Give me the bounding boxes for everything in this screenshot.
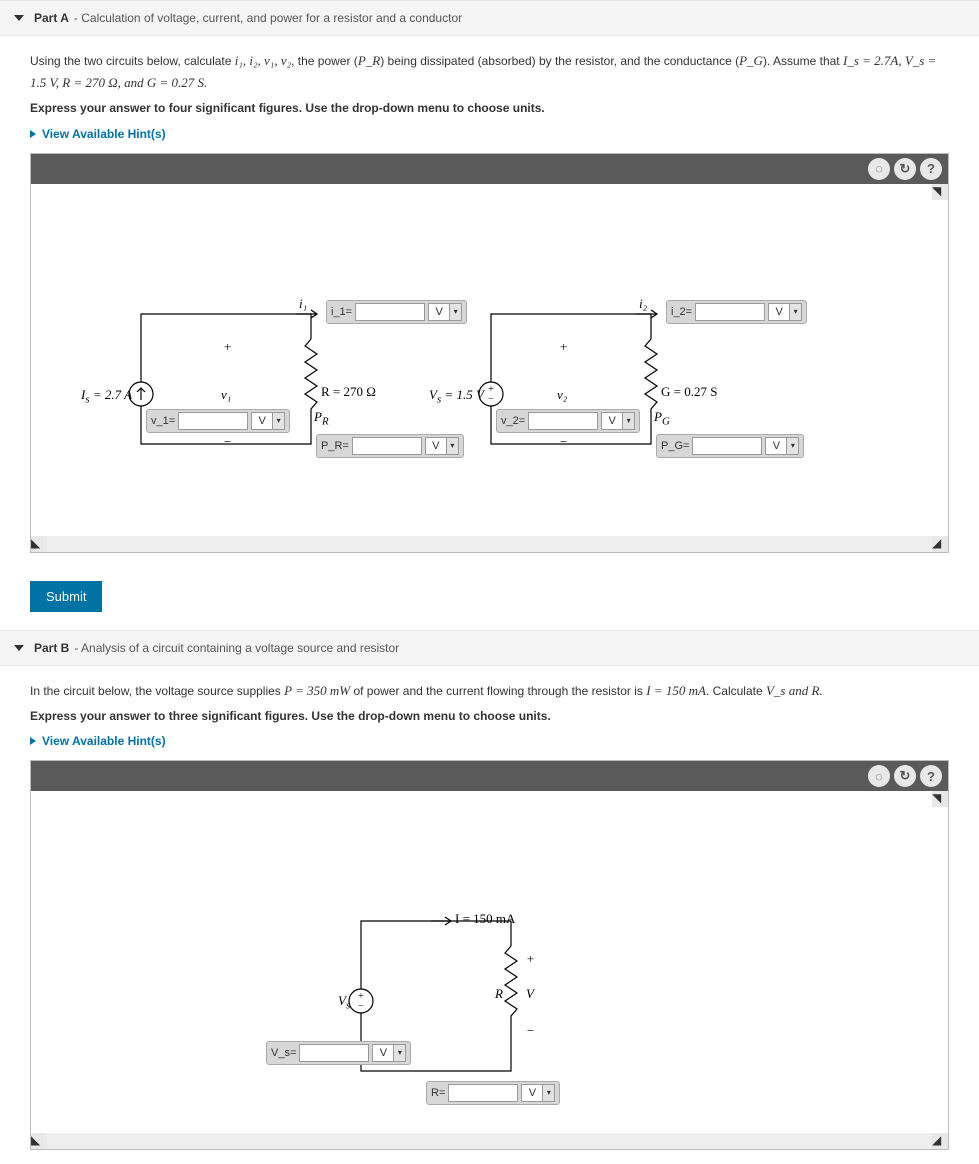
v1-field: v_1= V▾ [146, 409, 290, 433]
scroll-corner-icon: ◢ [932, 1133, 948, 1149]
pr-label: PR [314, 409, 329, 428]
caret-down-icon [14, 645, 24, 651]
part-a-header[interactable]: Part A - Calculation of voltage, current… [0, 0, 979, 36]
pr-input[interactable] [352, 437, 422, 455]
r-input[interactable] [448, 1084, 518, 1102]
pg-field: P_G= V▾ [656, 434, 804, 458]
pg-unit-select[interactable]: V▾ [765, 437, 799, 455]
pg-input[interactable] [692, 437, 762, 455]
g-label: G = 0.27 S [661, 384, 717, 400]
v2-unit-select[interactable]: V▾ [601, 412, 635, 430]
minus-sign: − [223, 434, 232, 450]
svg-text:−: − [488, 394, 494, 405]
part-a-prompt: Using the two circuits below, calculate … [30, 50, 949, 94]
minus-sign-2: − [559, 434, 568, 450]
part-b-header[interactable]: Part B - Analysis of a circuit containin… [0, 630, 979, 666]
part-b-prompt: In the circuit below, the voltage source… [30, 680, 949, 702]
help-icon[interactable]: ? [920, 765, 942, 787]
r-unit-select[interactable]: V▾ [521, 1084, 555, 1102]
minus-sign-b: − [526, 1023, 535, 1039]
reset-icon[interactable]: ↻ [894, 158, 916, 180]
view-hints-link-b[interactable]: View Available Hint(s) [30, 734, 949, 748]
lightbulb-icon[interactable]: ◌ [868, 158, 890, 180]
v-sym: V [526, 986, 534, 1002]
circuit-b-svg: + − [31, 791, 948, 1121]
circuits-svg: + − [31, 184, 948, 524]
r-field: R= V▾ [426, 1081, 560, 1105]
scroll-corner-icon: ◣ [31, 1133, 47, 1149]
part-a-instructions: Express your answer to four significant … [30, 98, 949, 118]
i-label: I = 150 mA [455, 911, 515, 927]
part-a-desc: - Calculation of voltage, current, and p… [74, 11, 462, 25]
pg-label: PG [654, 409, 670, 428]
vs-sym: Vs [338, 993, 350, 1012]
part-b-canvas: ◌ ↻ ? + − I = 150 mA Vs R V + [30, 760, 949, 1150]
i2-input[interactable] [695, 303, 765, 321]
pr-unit-select[interactable]: V▾ [425, 437, 459, 455]
lightbulb-icon[interactable]: ◌ [868, 765, 890, 787]
scrollbar-horizontal-b[interactable] [47, 1133, 932, 1149]
i1-input[interactable] [355, 303, 425, 321]
vs-input[interactable] [299, 1044, 369, 1062]
canvas-toolbar: ◌ ↻ ? [31, 154, 948, 184]
v1-input[interactable] [178, 412, 248, 430]
part-a-canvas: ◌ ↻ ? [30, 153, 949, 553]
i1-label: i₁ [299, 296, 307, 312]
scroll-corner-icon: ◣ [31, 536, 47, 552]
part-a-body: Using the two circuits below, calculate … [0, 36, 979, 567]
part-b-instructions: Express your answer to three significant… [30, 706, 949, 726]
part-b-desc: - Analysis of a circuit containing a vol… [74, 641, 399, 655]
v1-label: v₁ [221, 387, 231, 403]
vs-unit-select[interactable]: V▾ [372, 1044, 406, 1062]
part-b-title: Part B [34, 641, 69, 655]
v2-label: v₂ [557, 387, 567, 403]
plus-sign-2: + [559, 339, 568, 355]
i2-label: i₂ [639, 296, 647, 312]
svg-text:−: − [358, 1001, 364, 1012]
i1-unit-select[interactable]: V▾ [428, 303, 462, 321]
caret-right-icon [30, 737, 36, 745]
plus-sign: + [223, 339, 232, 355]
v1-unit-select[interactable]: V▾ [251, 412, 285, 430]
reset-icon[interactable]: ↻ [894, 765, 916, 787]
part-a-title: Part A [34, 11, 69, 25]
canvas-toolbar-b: ◌ ↻ ? [31, 761, 948, 791]
view-hints-link[interactable]: View Available Hint(s) [30, 127, 949, 141]
part-b-body: In the circuit below, the voltage source… [0, 666, 979, 1164]
r-label: R = 270 Ω [321, 384, 376, 400]
scroll-corner-icon: ◢ [932, 536, 948, 552]
scroll-corner-icon: ◥ [932, 184, 948, 200]
v2-field: v_2= V▾ [496, 409, 640, 433]
help-icon[interactable]: ? [920, 158, 942, 180]
scrollbar-horizontal[interactable] [47, 536, 932, 552]
i1-field: i_1= V▾ [326, 300, 467, 324]
i2-field: i_2= V▾ [666, 300, 807, 324]
is-label: Is = 2.7 A [81, 387, 132, 406]
vs-label: Vs = 1.5 V [429, 387, 484, 406]
r-sym: R [495, 986, 503, 1002]
v2-input[interactable] [528, 412, 598, 430]
submit-button[interactable]: Submit [30, 581, 102, 612]
i2-unit-select[interactable]: V▾ [768, 303, 802, 321]
plus-sign-b: + [526, 951, 535, 967]
vs-field: V_s= V▾ [266, 1041, 411, 1065]
pr-field: P_R= V▾ [316, 434, 464, 458]
caret-down-icon [14, 15, 24, 21]
caret-right-icon [30, 130, 36, 138]
scroll-corner-icon: ◥ [932, 791, 948, 807]
